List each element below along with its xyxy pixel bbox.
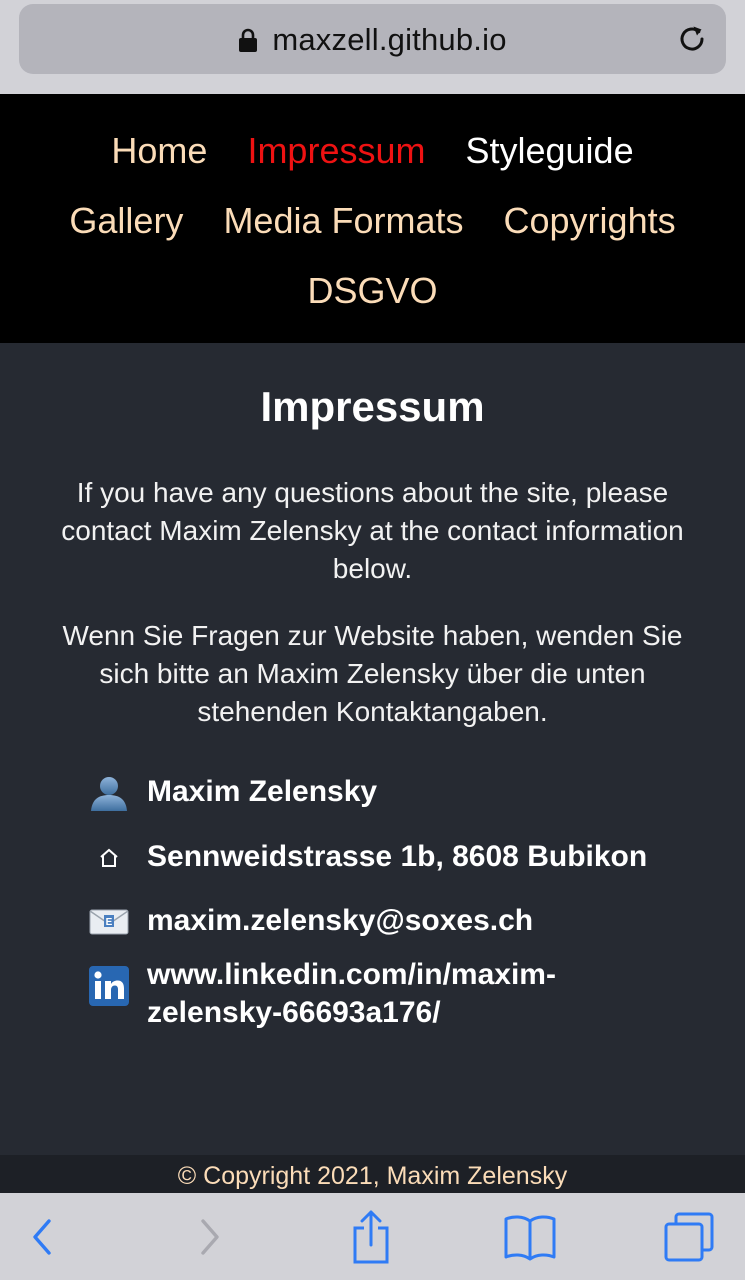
nav-link-gallery[interactable]: Gallery (69, 200, 183, 242)
browser-toolbar (0, 1193, 745, 1280)
address-bar[interactable]: maxzell.github.io (19, 4, 726, 74)
reload-icon[interactable] (674, 21, 710, 57)
nav-link-impressum[interactable]: Impressum (247, 130, 425, 172)
chevron-right-icon (201, 1219, 219, 1255)
forward-button[interactable] (182, 1211, 238, 1263)
contact-email-link[interactable]: maxim.zelensky@soxes.ch (147, 902, 533, 940)
nav-link-dsgvo[interactable]: DSGVO (307, 270, 437, 312)
share-icon (353, 1210, 389, 1264)
nav-link-styleguide[interactable]: Styleguide (465, 130, 633, 172)
linkedin-icon (88, 966, 130, 1006)
bookmarks-button[interactable] (502, 1211, 558, 1263)
contact-name: Maxim Zelensky (88, 773, 688, 813)
tabs-icon (664, 1212, 714, 1262)
intro-paragraph-en: If you have any questions about the site… (61, 477, 684, 584)
page-title: Impressum (260, 383, 485, 430)
contact-address: Sennweidstrasse 1b, 8608 Bubikon (88, 838, 688, 878)
site-navigation: Home Impressum Styleguide Gallery Media … (0, 94, 745, 343)
contact-linkedin: www.linkedin.com/in/maxim-zelensky-66693… (88, 956, 688, 1032)
share-button[interactable] (343, 1210, 399, 1264)
lock-icon (239, 28, 258, 52)
nav-link-home[interactable]: Home (111, 130, 207, 172)
book-icon (504, 1215, 556, 1261)
person-icon (88, 773, 130, 813)
nav-link-copyrights[interactable]: Copyrights (504, 200, 676, 242)
main-content: Impressum If you have any questions abou… (0, 343, 745, 1155)
nav-link-media-formats[interactable]: Media Formats (223, 200, 463, 242)
back-button[interactable] (14, 1211, 70, 1263)
chevron-left-icon (33, 1219, 51, 1255)
contact-linkedin-link[interactable]: www.linkedin.com/in/maxim-zelensky-66693… (147, 956, 667, 1032)
contact-email: E maxim.zelensky@soxes.ch (88, 902, 688, 942)
svg-text:E: E (106, 917, 113, 928)
contact-address-text: Sennweidstrasse 1b, 8608 Bubikon (147, 840, 648, 873)
contact-name-text: Maxim Zelensky (147, 775, 378, 808)
url-text: maxzell.github.io (272, 22, 507, 57)
envelope-icon: E (88, 902, 130, 942)
intro-paragraph-de: Wenn Sie Fragen zur Website haben, wende… (62, 620, 683, 727)
footer-copyright: © Copyright 2021, Maxim Zelensky (0, 1155, 745, 1193)
tabs-button[interactable] (661, 1211, 717, 1263)
browser-address-area: maxzell.github.io (0, 0, 745, 94)
house-icon (88, 838, 130, 878)
